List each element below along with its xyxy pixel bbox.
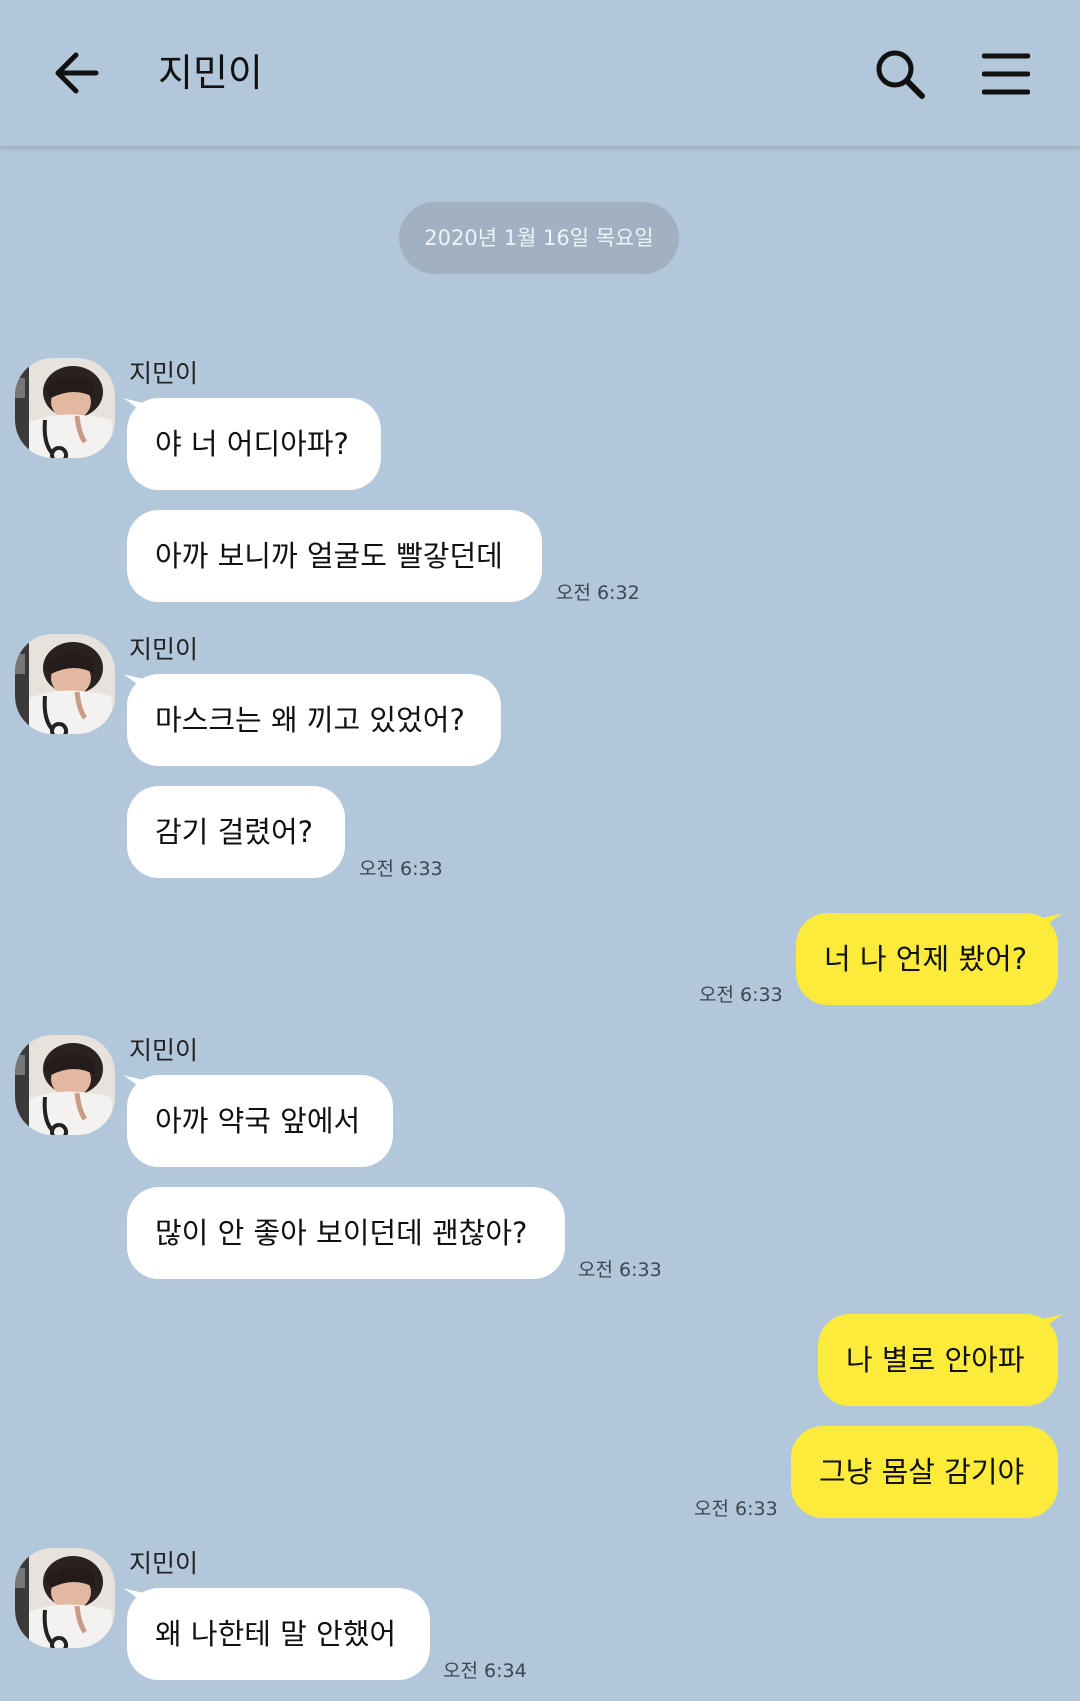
message-time: 오전 6:32 xyxy=(556,582,640,604)
incoming-message-bubble[interactable]: 야 너 어디아파? xyxy=(127,398,381,490)
hamburger-menu-icon xyxy=(981,53,1031,95)
bubble-tail xyxy=(1035,913,1063,937)
search-icon xyxy=(876,50,925,99)
sender-name: 지민이 xyxy=(129,635,199,664)
avatar[interactable] xyxy=(15,634,115,734)
menu-button[interactable] xyxy=(981,52,1031,96)
incoming-message-bubble[interactable]: 아까 보니까 얼굴도 빨갛던데 xyxy=(127,510,542,602)
avatar[interactable] xyxy=(15,1548,115,1648)
incoming-message-bubble[interactable]: 감기 걸렸어? xyxy=(127,786,345,878)
message-time: 오전 6:33 xyxy=(578,1259,662,1281)
message-time: 오전 6:33 xyxy=(694,1498,778,1520)
avatar[interactable] xyxy=(15,358,115,458)
message-time: 오전 6:33 xyxy=(699,984,783,1006)
message-time: 오전 6:34 xyxy=(443,1660,527,1682)
bubble-tail xyxy=(1035,1314,1063,1338)
sender-name: 지민이 xyxy=(129,1549,199,1578)
chat-header: 지민이 xyxy=(0,0,1080,146)
avatar[interactable] xyxy=(15,1035,115,1135)
incoming-message-bubble[interactable]: 마스크는 왜 끼고 있었어? xyxy=(127,674,501,766)
search-button[interactable] xyxy=(874,48,926,100)
date-divider: 2020년 1월 16일 목요일 xyxy=(399,202,679,274)
chat-title: 지민이 xyxy=(158,51,263,95)
sender-name: 지민이 xyxy=(129,1036,199,1065)
outgoing-message-bubble[interactable]: 너 나 언제 봤어? xyxy=(796,913,1058,1005)
arrow-left-icon xyxy=(55,52,99,94)
incoming-message-bubble[interactable]: 많이 안 좋아 보이던데 괜찮아? xyxy=(127,1187,565,1279)
sender-name: 지민이 xyxy=(129,359,199,388)
incoming-message-bubble[interactable]: 아까 약국 앞에서 xyxy=(127,1075,393,1167)
outgoing-message-bubble[interactable]: 그냥 몸살 감기야 xyxy=(791,1426,1058,1518)
incoming-message-bubble[interactable]: 왜 나한테 말 안했어 xyxy=(127,1588,430,1680)
back-button[interactable] xyxy=(52,46,100,100)
message-time: 오전 6:33 xyxy=(359,858,443,880)
outgoing-message-bubble[interactable]: 나 별로 안아파 xyxy=(818,1314,1058,1406)
